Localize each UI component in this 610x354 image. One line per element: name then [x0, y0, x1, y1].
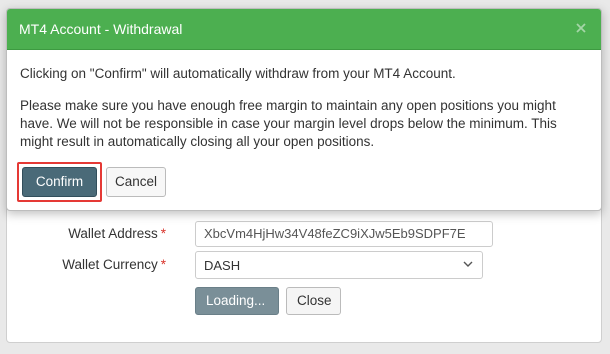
close-form-button[interactable]: Close — [286, 287, 341, 315]
wallet-address-input[interactable]: XbcVm4HjHw34V48feZC9iXJw5Eb9SDPF7E — [195, 221, 493, 247]
chevron-down-icon — [463, 261, 473, 267]
wallet-currency-label-text: Wallet Currency — [62, 257, 158, 272]
confirm-button[interactable]: Confirm — [22, 167, 97, 197]
confirm-highlight: Confirm — [17, 162, 102, 202]
wallet-currency-select[interactable]: DASH — [195, 251, 483, 279]
modal-title: MT4 Account - Withdrawal — [19, 21, 183, 37]
close-icon[interactable] — [573, 20, 589, 36]
wallet-currency-selected: DASH — [204, 258, 241, 273]
withdrawal-modal: MT4 Account - Withdrawal Clicking on "Co… — [6, 8, 602, 211]
wallet-currency-label: Wallet Currency * — [62, 257, 166, 272]
loading-button[interactable]: Loading... — [195, 287, 279, 315]
modal-body: Clicking on "Confirm" will automatically… — [7, 50, 601, 151]
cancel-button[interactable]: Cancel — [106, 167, 166, 197]
modal-header: MT4 Account - Withdrawal — [7, 9, 601, 50]
required-asterisk: * — [160, 257, 166, 272]
wallet-address-label: Wallet Address * — [68, 226, 166, 241]
required-asterisk: * — [160, 226, 166, 241]
modal-message-confirm: Clicking on "Confirm" will automatically… — [20, 66, 456, 81]
modal-message-warning: Please make sure you have enough free ma… — [20, 98, 557, 149]
wallet-currency-row: Wallet Currency * DASH — [7, 251, 601, 279]
wallet-address-label-text: Wallet Address — [68, 226, 158, 241]
wallet-address-row: Wallet Address * XbcVm4HjHw34V48feZC9iXJw… — [7, 221, 601, 247]
